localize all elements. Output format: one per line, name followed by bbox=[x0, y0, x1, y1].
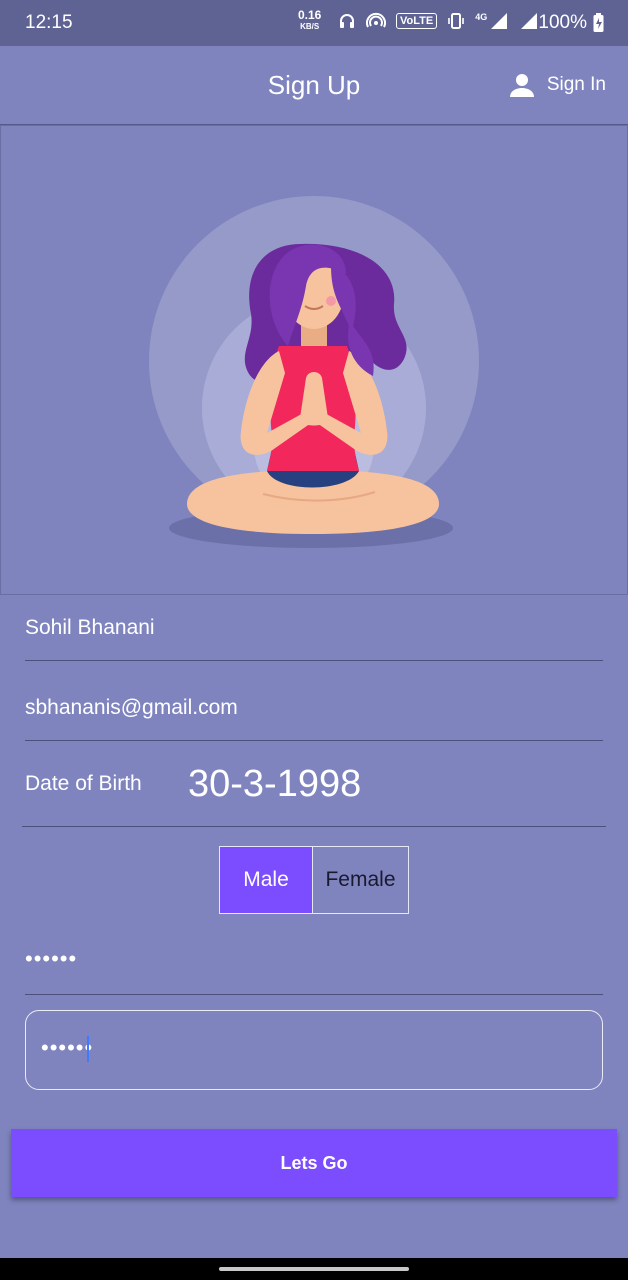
network-speed-value: 0.16 bbox=[298, 8, 322, 22]
email-value: sbhananis@gmail.com bbox=[25, 696, 238, 719]
gender-female-option[interactable]: Female bbox=[313, 847, 408, 913]
battery-status: 100% bbox=[538, 12, 604, 34]
status-bar: 12:15 0.16 KB/S VoLTE 4G 100% bbox=[0, 0, 628, 46]
sign-in-label: Sign In bbox=[546, 74, 606, 95]
password-divider bbox=[25, 994, 603, 995]
text-cursor bbox=[87, 1036, 89, 1062]
status-icons: VoLTE 4G bbox=[338, 12, 539, 30]
confirm-password-value: •••••• bbox=[41, 1035, 94, 1060]
app-bar: Sign Up Sign In bbox=[0, 46, 628, 125]
status-time: 12:15 bbox=[25, 12, 73, 33]
signal-icon bbox=[491, 13, 508, 29]
signal-icon-2 bbox=[521, 13, 538, 29]
yoga-illustration bbox=[0, 125, 628, 595]
hotspot-icon bbox=[366, 12, 386, 28]
name-field[interactable]: Sohil Bhanani bbox=[25, 600, 603, 661]
lets-go-button[interactable]: Lets Go bbox=[11, 1129, 617, 1197]
gender-male-option[interactable]: Male bbox=[220, 847, 313, 913]
gender-toggle: Male Female bbox=[219, 846, 409, 914]
password-field[interactable]: •••••• bbox=[25, 946, 77, 972]
battery-charging-icon bbox=[593, 13, 604, 32]
email-field[interactable]: sbhananis@gmail.com bbox=[25, 680, 603, 741]
network-speed-unit: KB/S bbox=[300, 22, 320, 31]
dob-divider bbox=[22, 826, 606, 827]
headphones-icon bbox=[340, 14, 354, 28]
network-type: 4G bbox=[475, 12, 488, 22]
network-speed: 0.16 KB/S bbox=[298, 8, 322, 32]
dob-label: Date of Birth bbox=[25, 772, 142, 795]
battery-percent: 100% bbox=[538, 12, 587, 33]
sign-in-button[interactable]: Sign In bbox=[509, 72, 606, 98]
home-gesture-handle[interactable] bbox=[219, 1267, 409, 1271]
yoga-woman-illustration bbox=[149, 196, 479, 548]
vibrate-icon bbox=[448, 13, 465, 29]
system-nav-bar bbox=[0, 1258, 628, 1280]
name-value: Sohil Bhanani bbox=[25, 616, 155, 639]
volte-badge: VoLTE bbox=[396, 13, 438, 29]
confirm-password-field[interactable]: •••••• bbox=[25, 1010, 603, 1090]
person-icon bbox=[509, 74, 534, 97]
dob-picker[interactable]: 30-3-1998 bbox=[188, 763, 361, 806]
